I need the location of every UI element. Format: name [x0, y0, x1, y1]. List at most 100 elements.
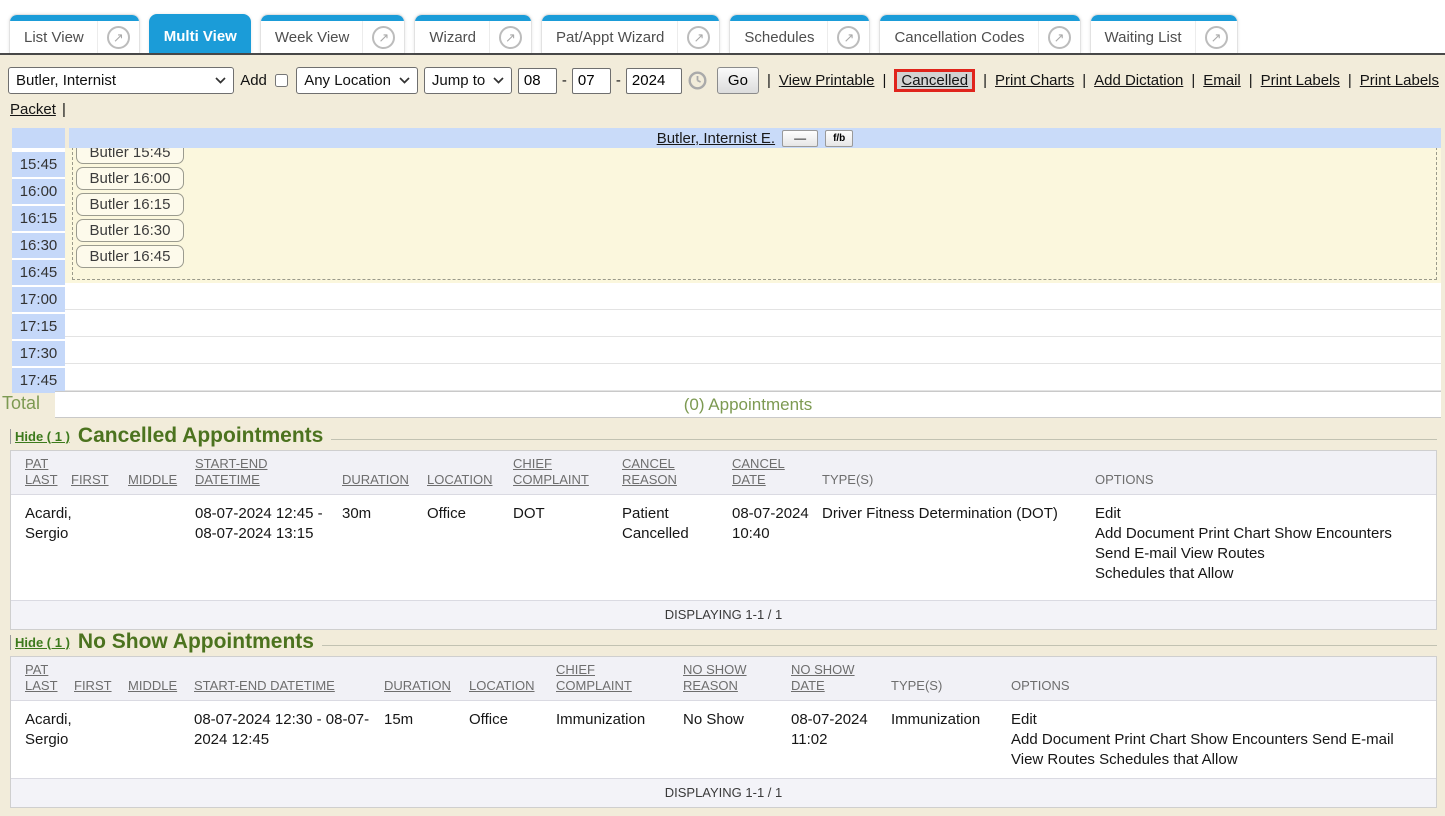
cell-chief-complaint: Immunization: [556, 701, 683, 775]
tab-pat-appt-wizard[interactable]: Pat/Appt Wizard ↗: [541, 14, 720, 53]
options-links[interactable]: Add Document Print Chart Show Encounters: [1095, 524, 1426, 544]
provider-select[interactable]: Butler, Internist: [8, 67, 234, 94]
slot-button-1615[interactable]: Butler 16:15: [76, 193, 184, 216]
open-new-window-icon[interactable]: ↗: [372, 26, 395, 49]
open-new-window-icon[interactable]: ↗: [1205, 26, 1228, 49]
print-labels-packet-link[interactable]: Print Labels: [1360, 72, 1439, 89]
cell-location: Office: [469, 701, 556, 775]
print-labels-packet-link[interactable]: Packet: [10, 101, 56, 118]
col-noshow-date[interactable]: NO SHOWDATE: [791, 657, 891, 701]
tab-label: Waiting List: [1091, 15, 1195, 53]
cell-start-end: 08-07-2024 12:45 - 08-07-2024 13:15: [195, 495, 342, 589]
edit-link[interactable]: Edit: [1011, 710, 1426, 730]
col-chief-complaint[interactable]: CHIEFCOMPLAINT: [513, 451, 622, 495]
print-labels-link[interactable]: Print Labels: [1261, 72, 1340, 89]
tab-waiting-list[interactable]: Waiting List ↗: [1090, 14, 1238, 53]
tab-week-view[interactable]: Week View ↗: [260, 14, 405, 53]
col-start-end[interactable]: START-END DATETIME: [194, 657, 384, 701]
tab-label: Cancellation Codes: [880, 15, 1037, 53]
fb-button[interactable]: f/b: [825, 130, 853, 147]
col-duration[interactable]: DURATION: [384, 657, 469, 701]
print-charts-link[interactable]: Print Charts: [995, 72, 1074, 89]
col-first[interactable]: FIRST: [74, 657, 128, 701]
col-middle[interactable]: MIDDLE: [128, 451, 195, 495]
col-location[interactable]: LOCATION: [469, 657, 556, 701]
col-pat-last[interactable]: PATLAST: [11, 657, 74, 701]
options-links[interactable]: Schedules that Allow: [1095, 564, 1426, 584]
cell-first: [71, 495, 128, 589]
cancelled-link[interactable]: Cancelled: [894, 69, 975, 92]
tab-bar: List View ↗ Multi View Week View ↗ Wizar…: [0, 0, 1445, 55]
total-appointments: (0) Appointments: [684, 395, 813, 415]
cell-first: [74, 701, 128, 775]
cancelled-section-title: Cancelled Appointments: [78, 424, 323, 448]
location-select[interactable]: Any Location: [296, 67, 418, 94]
slot-button-1600[interactable]: Butler 16:00: [76, 167, 184, 190]
tab-schedules[interactable]: Schedules ↗: [729, 14, 870, 53]
time-label: 16:30: [12, 233, 65, 258]
add-checkbox[interactable]: [275, 73, 288, 88]
schedule-grid: Butler, Internist E. — f/b Butler 15:45 …: [12, 128, 1441, 391]
open-new-window-icon[interactable]: ↗: [1048, 26, 1071, 49]
tab-multi-view[interactable]: Multi View: [149, 14, 251, 53]
total-row: (0) Appointments: [55, 391, 1441, 418]
date-day-input[interactable]: [572, 68, 611, 94]
tab-label: Schedules: [730, 15, 827, 53]
options-links[interactable]: Send E-mail View Routes: [1095, 544, 1426, 564]
time-label: 17:15: [12, 314, 65, 339]
noshow-section-title: No Show Appointments: [78, 630, 314, 654]
cell-options: Edit Add Document Print Chart Show Encou…: [1011, 701, 1436, 775]
options-links[interactable]: View Routes Schedules that Allow: [1011, 750, 1426, 770]
col-duration[interactable]: DURATION: [342, 451, 427, 495]
col-pat-last[interactable]: PATLAST: [11, 451, 71, 495]
open-new-window-icon[interactable]: ↗: [837, 26, 860, 49]
col-cancel-reason[interactable]: CANCELREASON: [622, 451, 732, 495]
tab-cancellation-codes[interactable]: Cancellation Codes ↗: [879, 14, 1080, 53]
displaying-count: DISPLAYING 1-1 / 1: [11, 778, 1436, 807]
cell-duration: 30m: [342, 495, 427, 589]
col-middle[interactable]: MIDDLE: [128, 657, 194, 701]
jump-to-select[interactable]: Jump to: [424, 67, 512, 94]
tab-label: Wizard: [415, 15, 489, 53]
col-cancel-date[interactable]: CANCELDATE: [732, 451, 822, 495]
open-new-window-icon[interactable]: ↗: [499, 26, 522, 49]
chevron-down-icon: [493, 77, 504, 84]
add-dictation-link[interactable]: Add Dictation: [1094, 72, 1183, 89]
slot-button-1545[interactable]: Butler 15:45: [76, 148, 184, 164]
tab-label: Pat/Appt Wizard: [542, 15, 677, 53]
tab-label: Week View: [261, 15, 362, 53]
open-new-window-icon[interactable]: ↗: [107, 26, 130, 49]
edit-link[interactable]: Edit: [1095, 504, 1426, 524]
date-month-input[interactable]: [518, 68, 557, 94]
slot-button-1630[interactable]: Butler 16:30: [76, 219, 184, 242]
time-label: 16:00: [12, 179, 65, 204]
email-link[interactable]: Email: [1203, 72, 1241, 89]
tab-list-view[interactable]: List View ↗: [9, 14, 140, 53]
provider-link[interactable]: Butler, Internist E.: [657, 130, 775, 147]
cell-location: Office: [427, 495, 513, 589]
col-noshow-reason[interactable]: NO SHOWREASON: [683, 657, 791, 701]
col-first[interactable]: FIRST: [71, 451, 128, 495]
noshow-section-header: Hide ( 1 ) No Show Appointments: [10, 628, 1437, 656]
cell-noshow-reason: No Show: [683, 701, 791, 775]
date-year-input[interactable]: [626, 68, 682, 94]
col-types: TYPE(S): [822, 451, 1095, 495]
go-button[interactable]: Go: [717, 67, 759, 94]
cell-start-end: 08-07-2024 12:30 - 08-07-2024 12:45: [194, 701, 384, 775]
slot-button-1645[interactable]: Butler 16:45: [76, 245, 184, 268]
open-new-window-icon[interactable]: ↗: [687, 26, 710, 49]
tab-wizard[interactable]: Wizard ↗: [414, 14, 532, 53]
noshow-hide-link[interactable]: Hide ( 1 ): [10, 635, 70, 650]
cancelled-hide-link[interactable]: Hide ( 1 ): [10, 429, 70, 444]
open-schedule-region: Butler 15:45 Butler 16:00 Butler 16:15 B…: [65, 148, 1441, 283]
col-chief-complaint[interactable]: CHIEFCOMPLAINT: [556, 657, 683, 701]
cell-options: Edit Add Document Print Chart Show Encou…: [1095, 495, 1436, 589]
col-start-end[interactable]: START-ENDDATETIME: [195, 451, 342, 495]
tab-label: List View: [10, 15, 97, 53]
options-links[interactable]: Add Document Print Chart Show Encounters…: [1011, 730, 1426, 750]
collapse-column-button[interactable]: —: [782, 130, 818, 147]
clock-icon[interactable]: [688, 71, 707, 90]
view-printable-link[interactable]: View Printable: [779, 72, 875, 89]
col-location[interactable]: LOCATION: [427, 451, 513, 495]
displaying-count: DISPLAYING 1-1 / 1: [11, 600, 1436, 629]
